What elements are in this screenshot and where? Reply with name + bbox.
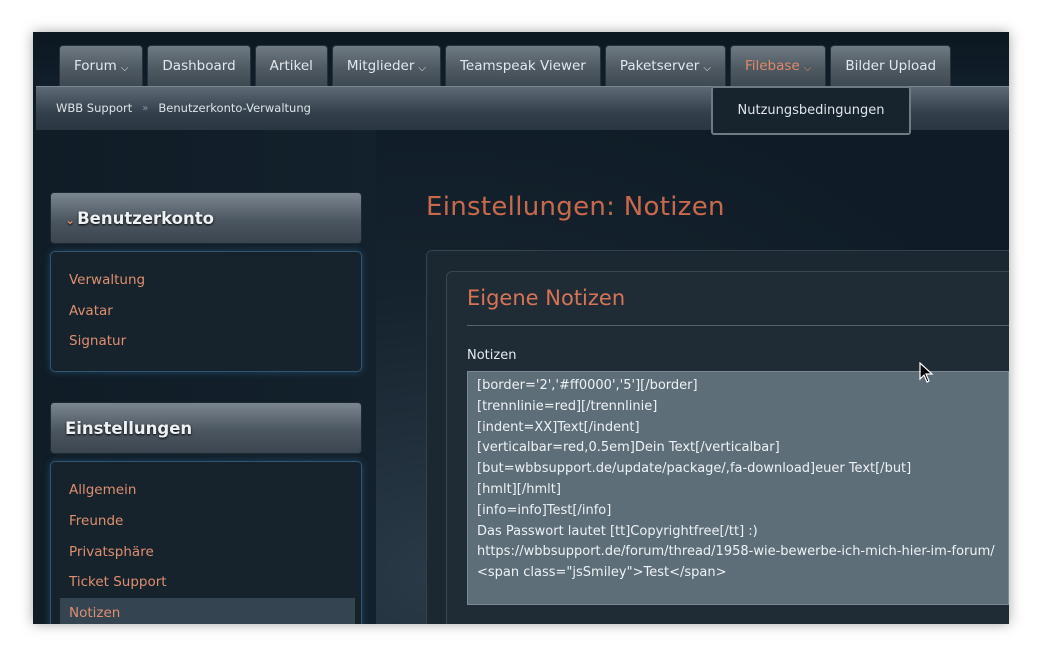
- nav-paketserver[interactable]: Paketserver ⌵: [604, 45, 726, 86]
- nav-artikel[interactable]: Artikel: [254, 45, 328, 86]
- nav-dashboard[interactable]: Dashboard: [147, 45, 251, 86]
- page-title: Einstellungen: Notizen: [426, 192, 725, 222]
- sidebar-header-label: Einstellungen: [65, 419, 193, 438]
- top-navigation-bar: Forum ⌵ Dashboard Artikel Mitglieder ⌵ Tea…: [33, 32, 1009, 86]
- sidebar-item-verwaltung[interactable]: Verwaltung: [69, 272, 145, 288]
- sidebar-item-privatsphaere[interactable]: Privatsphäre: [69, 544, 154, 560]
- nav-teamspeak-viewer[interactable]: Teamspeak Viewer: [444, 45, 601, 86]
- nav-teamspeak-label: Teamspeak Viewer: [459, 58, 586, 74]
- main-nav: Forum ⌵ Dashboard Artikel Mitglieder ⌵ Tea…: [59, 45, 952, 86]
- chevron-down-icon: ⌵: [803, 63, 812, 74]
- breadcrumb: WBB Support » Benutzerkonto-Verwaltung: [56, 101, 311, 115]
- chevron-down-icon: ⌵: [703, 63, 711, 74]
- sidebar-item-avatar[interactable]: Avatar: [69, 303, 113, 319]
- nav-artikel-label: Artikel: [269, 58, 313, 74]
- section-title: Eigene Notizen: [467, 286, 626, 310]
- sidebar-item-signatur[interactable]: Signatur: [69, 333, 126, 349]
- breadcrumb-separator: »: [142, 102, 149, 114]
- sidebar-box-einstellungen: Allgemein Freunde Privatsphäre Ticket Su…: [50, 461, 362, 624]
- notes-label: Notizen: [467, 348, 517, 363]
- nav-filebase-label: Filebase: [744, 58, 800, 74]
- sidebar-header-label: Benutzerkonto: [77, 209, 214, 228]
- notes-line: Das Passwort lautet [tt]Copyrightfree[/t…: [477, 523, 758, 539]
- notes-line: [but=wbbsupport.de/update/package/,fa-do…: [477, 461, 912, 477]
- section-divider: [467, 325, 1009, 326]
- nav-bilder-upload[interactable]: Bilder Upload: [830, 45, 952, 86]
- notes-textarea[interactable]: [border='2','#ff0000','5'][/border] [tre…: [467, 371, 1009, 605]
- notes-line: [trennlinie=red][/trennlinie]: [477, 398, 658, 414]
- nav-filebase[interactable]: Filebase ⌵: [729, 45, 827, 86]
- chevron-down-icon: ⌵: [418, 63, 426, 74]
- nav-dashboard-label: Dashboard: [162, 58, 236, 74]
- nav-mitglieder[interactable]: Mitglieder ⌵: [331, 45, 441, 86]
- sidebar-header-benutzerkonto[interactable]: ⌄ Benutzerkonto: [50, 192, 362, 244]
- notes-line: [hmlt][/hmlt]: [477, 481, 561, 497]
- sidebar-item-freunde[interactable]: Freunde: [69, 513, 123, 529]
- breadcrumb-item-wbb-support[interactable]: WBB Support: [56, 101, 132, 115]
- sidebar-item-allgemein[interactable]: Allgemein: [69, 482, 136, 498]
- filebase-dropdown-menu: Nutzungsbedingungen: [711, 86, 911, 135]
- notes-line: [info=info]Test[/info]: [477, 502, 612, 518]
- notes-line: [verticalbar=red,0.5em]Dein Text[/vertic…: [477, 440, 780, 456]
- browser-frame: Forum ⌵ Dashboard Artikel Mitglieder ⌵ Tea…: [33, 32, 1009, 624]
- sidebar-header-einstellungen[interactable]: Einstellungen: [50, 402, 362, 454]
- nav-paketserver-label: Paketserver: [619, 58, 700, 74]
- notes-line: <span class="jsSmiley">Test</span>: [477, 565, 727, 581]
- nav-bilder-upload-label: Bilder Upload: [845, 58, 937, 74]
- nav-forum-label: Forum: [74, 58, 117, 74]
- nav-mitglieder-label: Mitglieder: [346, 58, 415, 74]
- chevron-down-icon: ⌵: [120, 63, 129, 74]
- mouse-cursor-icon: [919, 362, 934, 383]
- nav-forum[interactable]: Forum ⌵: [59, 45, 144, 86]
- notes-line: [indent=XX]Text[/indent]: [477, 419, 640, 435]
- sidebar-item-notizen[interactable]: Notizen: [60, 598, 355, 624]
- chevron-down-icon: ⌄: [65, 213, 76, 227]
- sidebar: ⌄ Benutzerkonto Verwaltung Avatar Signatu…: [33, 130, 376, 624]
- breadcrumb-item-benutzerkonto-verwaltung[interactable]: Benutzerkonto-Verwaltung: [158, 101, 311, 115]
- sidebar-item-ticket-support[interactable]: Ticket Support: [69, 574, 167, 590]
- dropdown-item-nutzungsbedingungen[interactable]: Nutzungsbedingungen: [713, 103, 909, 118]
- notes-line: https://wbbsupport.de/forum/thread/1958-…: [477, 544, 995, 560]
- sidebar-box-benutzerkonto: Verwaltung Avatar Signatur: [50, 251, 362, 372]
